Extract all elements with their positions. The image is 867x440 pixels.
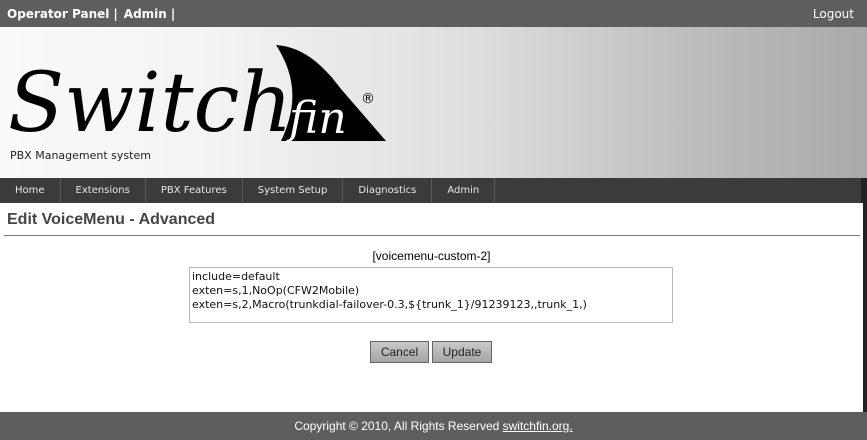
nav-diagnostics[interactable]: Diagnostics [343, 178, 433, 203]
nav-home[interactable]: Home [0, 178, 61, 203]
separator: | [113, 6, 118, 21]
operator-panel-link[interactable]: Operator Panel [7, 7, 109, 21]
logo-text-main: Switch [8, 56, 292, 147]
nav-system-setup[interactable]: System Setup [243, 178, 344, 203]
footer: Copyright © 2010, All Rights Reserved sw… [0, 412, 867, 440]
voicemenu-config-editor[interactable]: include=default exten=s,1,NoOp(CFW2Mobil… [189, 267, 673, 323]
copyright-text: Copyright © 2010, All Rights Reserved [294, 419, 503, 433]
main-nav: Home Extensions PBX Features System Setu… [0, 178, 867, 203]
tagline: PBX Management system [10, 149, 151, 162]
nav-admin[interactable]: Admin [432, 178, 496, 203]
logo-text-fin: fin [286, 93, 347, 144]
separator: | [170, 6, 176, 21]
admin-link[interactable]: Admin [124, 7, 167, 21]
update-button[interactable]: Update [432, 341, 492, 363]
title-divider [4, 235, 860, 236]
right-border [863, 203, 867, 412]
voicemenu-context-label: [voicemenu-custom-2] [372, 249, 491, 263]
header-banner: Switch fin ® PBX Management system [0, 27, 867, 178]
nav-extensions[interactable]: Extensions [61, 178, 146, 203]
logout-link[interactable]: Logout [813, 7, 854, 21]
registered-mark: ® [361, 91, 375, 107]
nav-pbx-features[interactable]: PBX Features [146, 178, 243, 203]
switchfin-link[interactable]: switchfin.org. [503, 419, 573, 433]
top-bar: Operator Panel | Admin | Logout [0, 0, 867, 27]
cancel-button[interactable]: Cancel [370, 341, 429, 363]
page-title: Edit VoiceMenu - Advanced [7, 211, 216, 228]
switchfin-logo: Switch fin ® [8, 45, 386, 147]
